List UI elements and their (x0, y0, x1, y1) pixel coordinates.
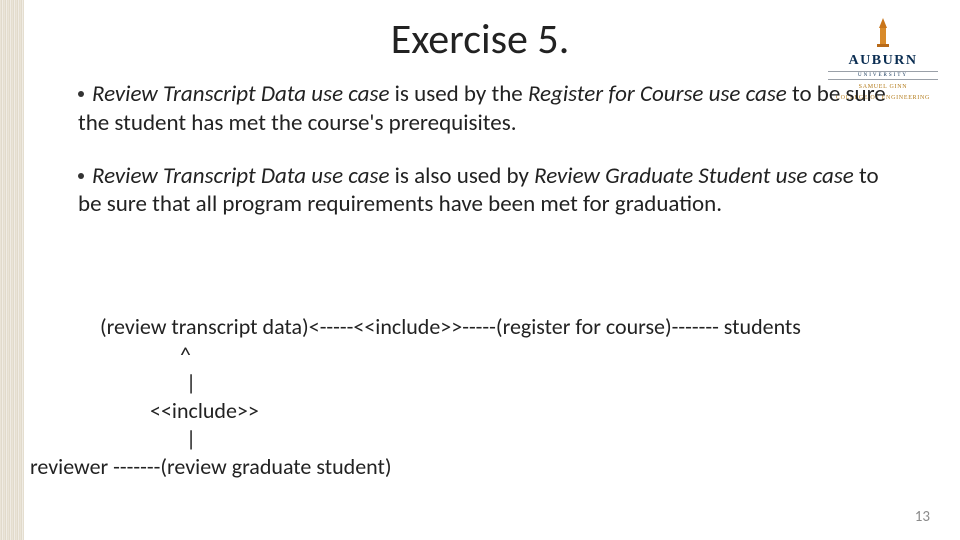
bullet-2-seg2: is also used by (389, 162, 534, 190)
bullet-2-seg1: Review Transcript Data use case (92, 162, 389, 190)
bullet-1: Review Transcript Data use case is used … (78, 80, 898, 138)
logo-subtext: UNIVERSITY (828, 71, 938, 80)
diagram-line-4: <<include>> (150, 396, 960, 426)
diagram-line-5: | (186, 424, 960, 454)
left-decorative-border (0, 0, 24, 540)
bullet-2-seg3: Review Graduate Student use case (534, 162, 854, 190)
bullet-2: Review Transcript Data use case is also … (78, 162, 898, 220)
slide-body: Review Transcript Data use case is used … (78, 80, 898, 243)
diagram-line-6: reviewer -------(review graduate student… (30, 452, 930, 482)
bullet-1-seg3: Register for Course use case (528, 80, 787, 108)
bullet-1-seg1: Review Transcript Data use case (92, 80, 389, 108)
diagram-line-1: (review transcript data)<-----<<include>… (100, 312, 930, 342)
slide-title: Exercise 5. (0, 14, 960, 65)
bullet-1-seg2: is used by the (389, 80, 528, 108)
bullet-dot-icon (78, 173, 84, 179)
slide: AUBURN UNIVERSITY SAMUEL GINN COLLEGE OF… (0, 0, 960, 540)
bullet-dot-icon (78, 91, 84, 97)
page-number: 13 (915, 508, 930, 526)
diagram-line-2: ^ (180, 340, 960, 370)
diagram-line-3: | (186, 368, 960, 398)
